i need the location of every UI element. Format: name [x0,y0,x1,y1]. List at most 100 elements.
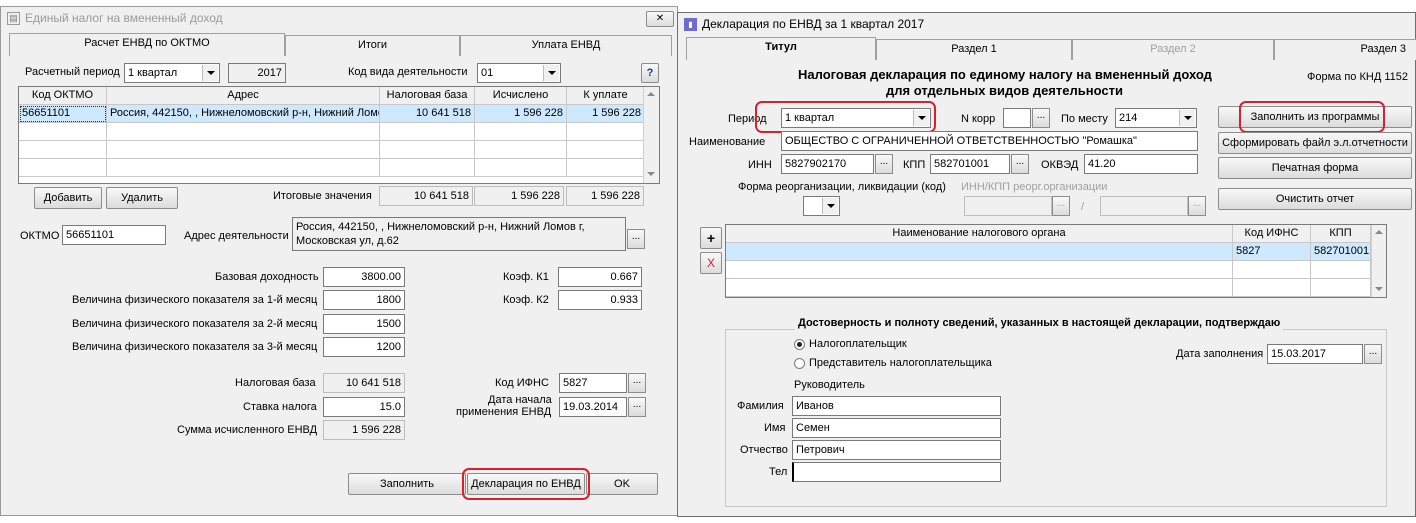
empty-cell[interactable] [380,141,475,159]
delete-button[interactable]: Удалить [106,187,178,209]
tab-razdel-3[interactable]: Раздел 3 [1274,39,1416,60]
tab-titul[interactable]: Титул [686,37,876,60]
ok-button[interactable]: OK [586,473,658,495]
firstname-field[interactable]: Семен [792,418,1001,438]
column-header[interactable]: Исчислено [475,87,567,105]
clear-report-button[interactable]: Очистить отчет [1218,188,1412,210]
ncorr-field[interactable] [1003,108,1031,128]
empty-cell[interactable] [107,123,380,141]
column-header[interactable]: КПП [1311,225,1371,243]
okved-field[interactable]: 41.20 [1084,154,1198,174]
tab-uplata[interactable]: Уплата ЕНВД [460,35,672,56]
scroll-up-icon[interactable] [647,92,655,96]
reorg-select[interactable] [803,196,840,216]
phys2-field[interactable]: 1500 [323,314,405,334]
fill-button[interactable]: Заполнить [348,473,466,495]
empty-cell[interactable] [380,159,475,177]
empty-cell[interactable] [726,279,1233,297]
empty-cell[interactable] [1311,279,1371,297]
phys3-field[interactable]: 1200 [323,337,405,357]
add-button[interactable]: Добавить [34,187,102,209]
radio-taxpayer[interactable] [794,339,805,350]
name-field[interactable]: ОБЩЕСТВО С ОГРАНИЧЕННОЙ ОТВЕТСТВЕННОСТЬЮ… [781,131,1198,151]
table-cell[interactable]: 5827 [1233,243,1311,261]
empty-cell[interactable] [567,123,645,141]
kpp-field[interactable]: 582701001 [930,154,1010,174]
table-cell[interactable]: 56651101 [19,105,107,123]
place-select[interactable]: 214 [1115,108,1197,128]
table-cell[interactable]: Россия, 442150, , Нижнеломовский р-н, Ни… [107,105,380,123]
ifns-field[interactable]: 5827 [559,373,627,393]
base-income-field[interactable]: 3800.00 [323,267,405,287]
address-browse-button[interactable]: ... [627,229,645,249]
print-form-button[interactable]: Печатная форма [1218,157,1412,179]
radio-representative[interactable] [794,358,805,369]
empty-cell[interactable] [19,159,107,177]
inn-field[interactable]: 5827902170 [781,154,874,174]
empty-cell[interactable] [475,141,567,159]
fill-date-field[interactable]: 15.03.2017 [1267,344,1363,364]
k1-field[interactable]: 0.667 [558,267,642,287]
generate-file-button[interactable]: Сформировать файл э.л.отчетности [1218,132,1412,154]
empty-cell[interactable] [107,159,380,177]
add-row-button[interactable]: + [700,227,722,249]
scroll-down-icon[interactable] [647,172,655,176]
column-header[interactable]: Адрес [107,87,380,105]
empty-cell[interactable] [475,123,567,141]
fill-date-picker-button[interactable]: ... [1364,344,1382,364]
phone-field[interactable] [792,462,1001,482]
empty-cell[interactable] [1311,261,1371,279]
empty-cell[interactable] [19,123,107,141]
k2-field[interactable]: 0.933 [558,290,642,310]
empty-cell[interactable] [1233,279,1311,297]
column-header[interactable]: Код ИФНС [1233,225,1311,243]
period-select[interactable]: 1 квартал [124,63,220,83]
surname-field[interactable]: Иванов [792,396,1001,416]
empty-cell[interactable] [1233,261,1311,279]
ifns-browse-button[interactable]: ... [628,373,646,393]
inn-browse-button[interactable]: ... [875,154,893,174]
empty-cell[interactable] [567,141,645,159]
empty-cell[interactable] [726,261,1233,279]
patronymic-field[interactable]: Петрович [792,440,1001,460]
tax-rate-field[interactable]: 15.0 [323,397,405,417]
start-date-picker-button[interactable]: ... [628,397,646,417]
table-cell[interactable]: 1 596 228 [567,105,645,123]
reorg-inn-browse-button[interactable]: ... [1052,196,1070,216]
tab-razdel-2[interactable]: Раздел 2 [1072,39,1274,60]
empty-cell[interactable] [380,123,475,141]
tab-label: Уплата ЕНВД [531,39,601,51]
column-header[interactable]: Код ОКТМО [19,87,107,105]
empty-cell[interactable] [475,159,567,177]
representative-label[interactable]: Представитель налогоплательщика [809,356,992,370]
taxpayer-label[interactable]: Налогоплательщик [809,337,907,351]
delete-row-button[interactable]: X [700,252,722,274]
column-header[interactable]: Налоговая база [380,87,475,105]
column-header[interactable]: К уплате [567,87,645,105]
table-cell[interactable]: 1 596 228 [475,105,567,123]
help-button[interactable]: ? [641,63,659,83]
table-cell[interactable] [726,243,1233,261]
activity-code-select[interactable]: 01 [477,63,561,83]
scroll-up-icon[interactable] [1375,230,1383,234]
empty-cell[interactable] [567,159,645,177]
table-scrollbar[interactable] [643,87,659,183]
empty-cell[interactable] [19,141,107,159]
ncorr-browse-button[interactable]: ... [1032,108,1050,128]
table-cell[interactable]: 582701001 [1311,243,1371,261]
table-scrollbar[interactable] [1371,225,1386,297]
phys1-field[interactable]: 1800 [323,290,405,310]
oktmo-field[interactable]: 56651101 [62,225,166,245]
scroll-down-icon[interactable] [1375,287,1383,291]
tab-raschet[interactable]: Расчет ЕНВД по ОКТМО [9,33,285,56]
fill-date-label: Дата заполнения [1176,348,1264,360]
column-header[interactable]: Наименование налогового органа [726,225,1233,243]
start-date-field[interactable]: 19.03.2014 [559,397,627,417]
empty-cell[interactable] [107,141,380,159]
table-cell[interactable]: 10 641 518 [380,105,475,123]
tab-itogi[interactable]: Итоги [285,35,460,56]
close-button[interactable]: ✕ [646,11,674,27]
kpp-browse-button[interactable]: ... [1011,154,1029,174]
reorg-kpp-browse-button[interactable]: ... [1188,196,1206,216]
tab-razdel-1[interactable]: Раздел 1 [876,39,1072,60]
